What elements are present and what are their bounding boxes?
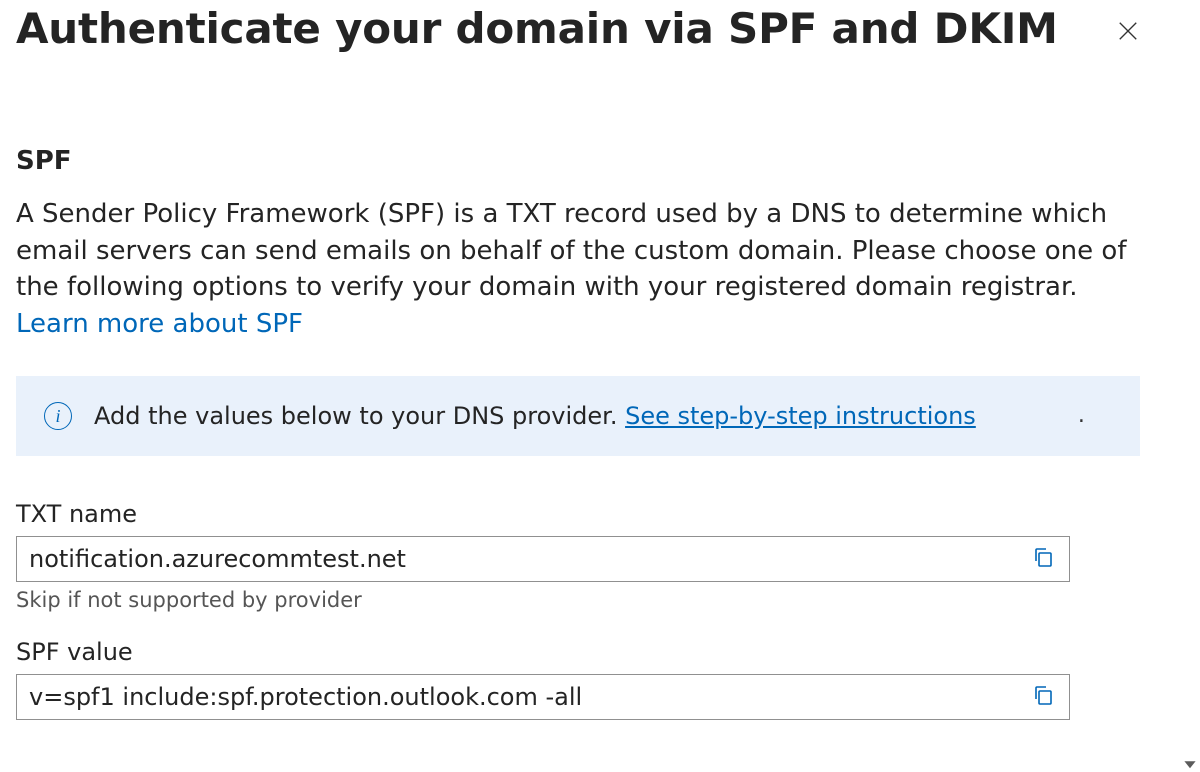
infobar-text: Add the values below to your DNS provide… xyxy=(94,402,625,430)
copy-icon xyxy=(1031,545,1055,572)
infobar-trailing-dot: . xyxy=(1078,403,1085,428)
copy-spf-value-button[interactable] xyxy=(1017,675,1069,719)
txt-name-field-row xyxy=(16,536,1070,582)
learn-more-spf-link[interactable]: Learn more about SPF xyxy=(16,309,303,339)
scroll-down-indicator-icon xyxy=(1183,756,1197,770)
txt-name-input[interactable] xyxy=(17,537,1017,581)
close-button[interactable] xyxy=(1110,14,1146,50)
info-icon: i xyxy=(44,402,72,430)
spf-info-bar: i Add the values below to your DNS provi… xyxy=(16,376,1140,456)
txt-name-helper: Skip if not supported by provider xyxy=(16,588,1160,612)
panel-header: Authenticate your domain via SPF and DKI… xyxy=(16,0,1160,54)
auth-domain-panel: Authenticate your domain via SPF and DKI… xyxy=(0,0,1160,772)
spf-description-text: A Sender Policy Framework (SPF) is a TXT… xyxy=(16,199,1126,302)
copy-txt-name-button[interactable] xyxy=(1017,537,1069,581)
spf-description: A Sender Policy Framework (SPF) is a TXT… xyxy=(16,196,1136,342)
close-icon xyxy=(1117,20,1139,45)
copy-icon xyxy=(1031,683,1055,710)
spf-section-heading: SPF xyxy=(16,146,1160,176)
step-by-step-link[interactable]: See step-by-step instructions xyxy=(625,402,976,430)
spf-value-input[interactable] xyxy=(17,675,1017,719)
panel-title: Authenticate your domain via SPF and DKI… xyxy=(16,4,1058,54)
spf-value-label: SPF value xyxy=(16,638,1160,666)
txt-name-label: TXT name xyxy=(16,500,1160,528)
spf-value-field-row xyxy=(16,674,1070,720)
infobar-content: Add the values below to your DNS provide… xyxy=(94,402,976,430)
